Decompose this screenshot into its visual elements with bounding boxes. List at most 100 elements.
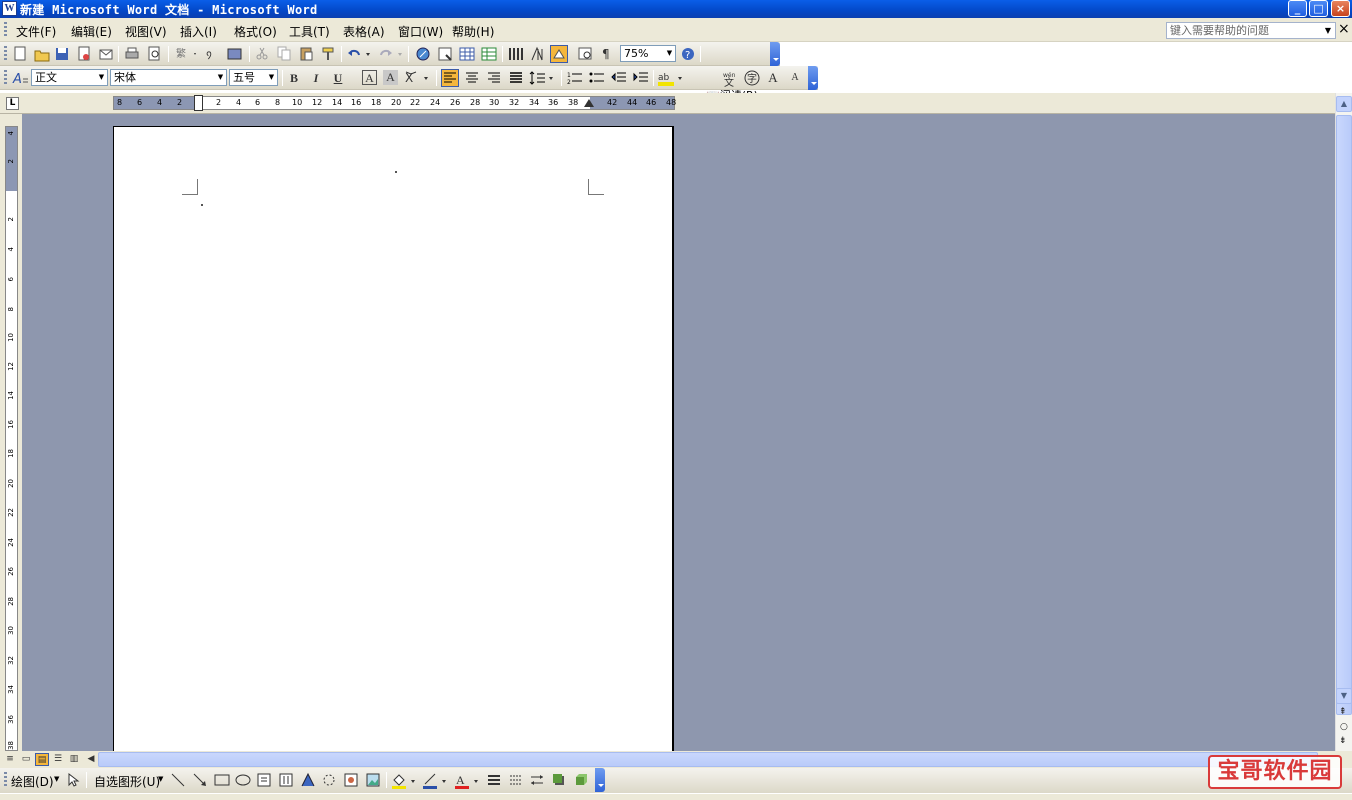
- show-hide-icon[interactable]: ¶: [599, 45, 615, 63]
- line-color-icon[interactable]: [422, 772, 450, 790]
- redo-icon[interactable]: [378, 45, 404, 63]
- research-book-icon[interactable]: [226, 45, 244, 63]
- select-browse-object-icon[interactable]: ○: [1340, 722, 1348, 732]
- align-center-icon[interactable]: [463, 69, 481, 87]
- rectangle-icon[interactable]: [213, 772, 231, 788]
- fill-color-icon[interactable]: [391, 772, 419, 790]
- justify-icon[interactable]: [507, 69, 525, 87]
- dash-style-icon[interactable]: [508, 772, 524, 788]
- normal-view-icon[interactable]: ≡: [3, 753, 17, 766]
- menu-help[interactable]: 帮助(H): [452, 23, 494, 40]
- help-icon[interactable]: ?: [680, 45, 696, 63]
- enclose-characters-icon[interactable]: 字: [743, 69, 761, 87]
- copy-icon[interactable]: [276, 45, 292, 63]
- previous-page-icon[interactable]: ⇞: [1339, 707, 1347, 717]
- line-spacing-icon[interactable]: [528, 69, 556, 87]
- new-document-icon[interactable]: [12, 45, 28, 63]
- save-icon[interactable]: [54, 45, 70, 63]
- reading-layout-icon[interactable]: ▥: [67, 753, 81, 766]
- style-combo[interactable]: 正文 ▼: [31, 69, 108, 86]
- help-search-input[interactable]: 键入需要帮助的问题: [1166, 22, 1336, 39]
- bullets-icon[interactable]: [588, 69, 606, 87]
- chevron-down-icon[interactable]: ▼: [96, 70, 107, 85]
- zoom-combo[interactable]: 75% ▼: [620, 45, 676, 62]
- document-map-icon[interactable]: [577, 45, 595, 63]
- toolbar-options-chevron[interactable]: [770, 42, 780, 66]
- align-left-button[interactable]: [441, 69, 459, 87]
- menu-table[interactable]: 表格(A): [343, 23, 385, 40]
- word-app-icon[interactable]: W: [2, 1, 17, 16]
- indent-marker[interactable]: [194, 95, 203, 111]
- chevron-down-icon[interactable]: ▼: [215, 70, 226, 85]
- line-icon[interactable]: [170, 772, 186, 788]
- diagram-icon[interactable]: [321, 772, 337, 788]
- highlight-icon[interactable]: ab: [657, 69, 685, 87]
- menu-format[interactable]: 格式(O): [234, 23, 277, 40]
- hyperlink-icon[interactable]: [414, 45, 432, 63]
- menu-tools[interactable]: 工具(T): [289, 23, 330, 40]
- arrow-style-icon[interactable]: [529, 772, 545, 788]
- numbering-icon[interactable]: 12: [566, 69, 584, 87]
- increase-indent-icon[interactable]: [632, 69, 650, 87]
- shadow-style-icon[interactable]: [551, 772, 567, 788]
- align-right-icon[interactable]: [485, 69, 503, 87]
- format-painter-icon[interactable]: [320, 45, 336, 63]
- character-shading-button[interactable]: A: [383, 70, 398, 85]
- select-objects-icon[interactable]: [66, 772, 80, 788]
- menu-file[interactable]: 文件(F): [16, 23, 56, 40]
- paste-icon[interactable]: [298, 45, 314, 63]
- print-layout-icon[interactable]: ▤: [35, 753, 49, 766]
- document-close-icon[interactable]: ×: [1338, 21, 1350, 37]
- permission-icon[interactable]: [76, 45, 92, 63]
- scroll-left-icon[interactable]: ◀: [84, 753, 98, 766]
- menu-insert[interactable]: 插入(I): [180, 23, 217, 40]
- vertical-scrollbar[interactable]: ▲ ▼ ⇞ ○ ⇟: [1335, 93, 1352, 751]
- cut-icon[interactable]: [254, 45, 270, 63]
- menu-window[interactable]: 窗口(W): [398, 23, 443, 40]
- vertical-scroll-thumb[interactable]: [1336, 115, 1352, 715]
- decrease-indent-icon[interactable]: [610, 69, 628, 87]
- autoshapes-menu-button[interactable]: 自选图形(U): [94, 773, 160, 790]
- vertical-text-box-icon[interactable]: [278, 772, 294, 788]
- insert-table-icon[interactable]: [458, 45, 476, 63]
- character-border-button[interactable]: A: [362, 70, 377, 85]
- chevron-down-icon[interactable]: ▼: [664, 46, 675, 61]
- font-combo[interactable]: 宋体 ▼: [110, 69, 227, 86]
- drawing-font-color-icon[interactable]: A: [454, 772, 482, 790]
- menu-view[interactable]: 视图(V): [125, 23, 167, 40]
- toolbar-grip[interactable]: [4, 70, 7, 86]
- chevron-down-icon[interactable]: ▼: [54, 775, 59, 783]
- italic-button[interactable]: I: [307, 69, 325, 87]
- toolbar-options-chevron[interactable]: [808, 66, 818, 90]
- shrink-font-button[interactable]: A: [786, 69, 804, 87]
- spelling-grammar-icon[interactable]: 繁: [174, 45, 198, 63]
- insert-excel-icon[interactable]: [480, 45, 498, 63]
- minimize-button[interactable]: _: [1288, 0, 1307, 17]
- document-map-button[interactable]: [550, 45, 568, 63]
- maximize-button[interactable]: □: [1309, 0, 1328, 17]
- oval-icon[interactable]: [234, 772, 252, 788]
- toolbar-grip[interactable]: [4, 46, 7, 62]
- character-scaling-icon[interactable]: X: [404, 69, 432, 87]
- arrow-icon[interactable]: [192, 772, 208, 788]
- scroll-down-icon[interactable]: ▼: [1336, 688, 1352, 704]
- right-indent-marker[interactable]: [584, 99, 594, 107]
- font-size-combo[interactable]: 五号 ▼: [229, 69, 278, 86]
- underline-button[interactable]: U: [329, 69, 347, 87]
- print-icon[interactable]: [124, 45, 140, 63]
- next-page-icon[interactable]: ⇟: [1339, 736, 1347, 746]
- email-icon[interactable]: [98, 45, 114, 63]
- menu-edit[interactable]: 编辑(E): [71, 23, 112, 40]
- 3d-style-icon[interactable]: [573, 772, 589, 788]
- phonetic-guide-icon[interactable]: wén文: [721, 69, 741, 87]
- web-layout-icon[interactable]: ▭: [19, 753, 33, 766]
- print-preview-icon[interactable]: [146, 45, 162, 63]
- insert-picture-icon[interactable]: [365, 772, 381, 788]
- horizontal-scroll-thumb[interactable]: [98, 752, 1318, 767]
- chevron-down-icon[interactable]: ▼: [158, 775, 163, 783]
- menu-grip[interactable]: [4, 22, 7, 36]
- close-button[interactable]: ×: [1331, 0, 1350, 17]
- open-folder-icon[interactable]: [33, 45, 51, 63]
- styles-icon[interactable]: A: [11, 69, 29, 87]
- tab-selector[interactable]: L: [6, 97, 19, 110]
